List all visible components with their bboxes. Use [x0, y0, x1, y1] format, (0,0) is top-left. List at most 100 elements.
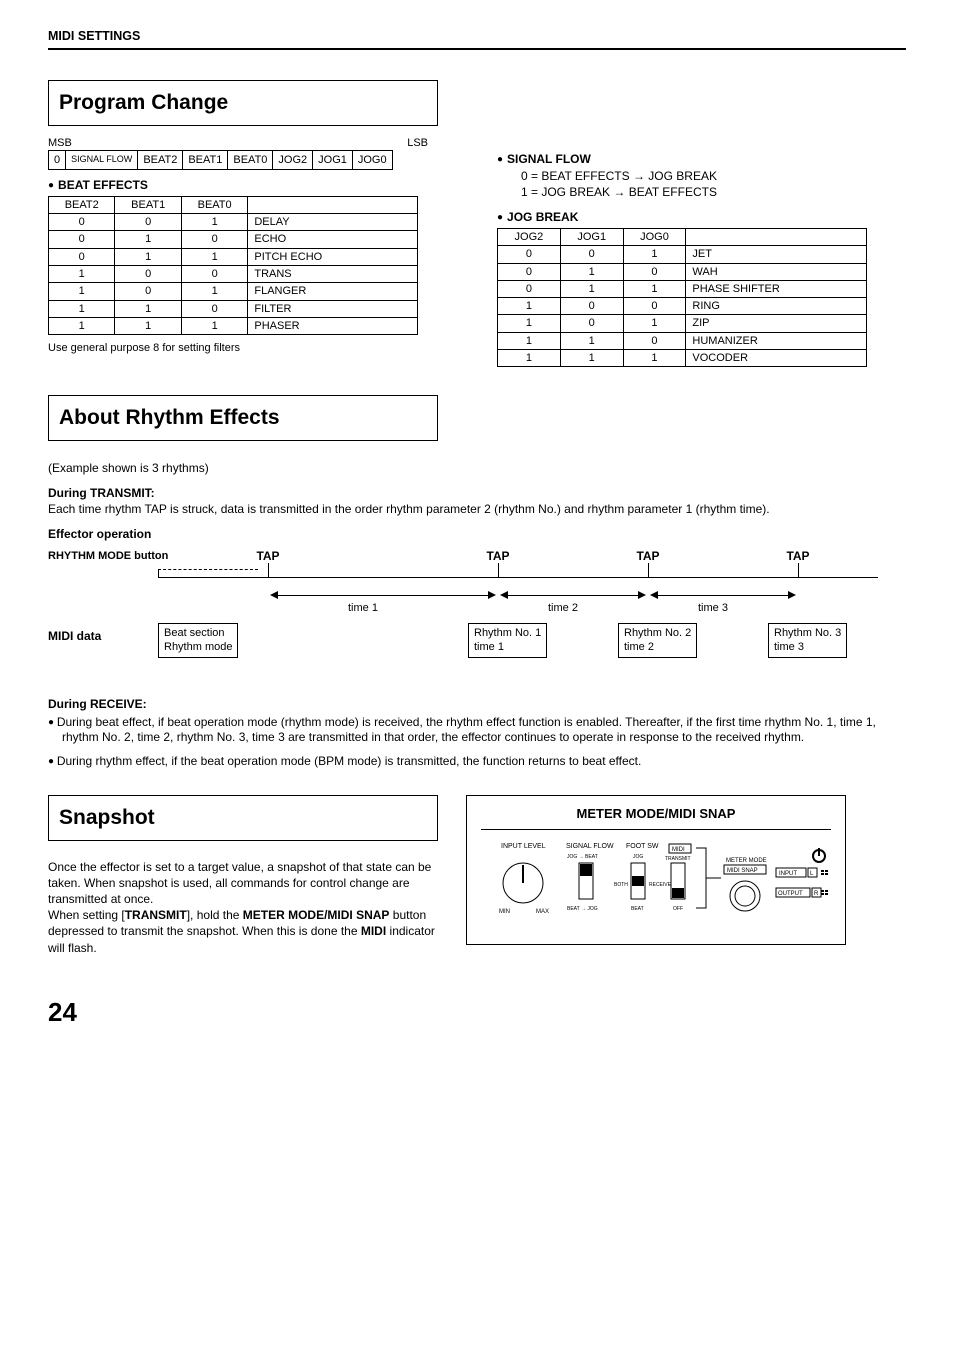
- bit-leading: 0: [49, 150, 66, 169]
- arrow-icon: →: [613, 185, 628, 199]
- table-cell: 1: [181, 317, 247, 334]
- table-header: JOG2: [498, 228, 561, 245]
- midi-box-2: Rhythm No. 2 time 2: [618, 623, 697, 658]
- table-cell: 0: [115, 283, 181, 300]
- table-row: 110HUMANIZER: [498, 332, 867, 349]
- table-cell: 0: [181, 231, 247, 248]
- signal-flow-heading: SIGNAL FLOW: [497, 152, 906, 168]
- table-cell: 1: [560, 350, 623, 367]
- table-cell: 1: [115, 248, 181, 265]
- table-cell: 0: [560, 246, 623, 263]
- table-cell: 1: [49, 317, 115, 334]
- table-row: 100RING: [498, 298, 867, 315]
- midi-box-1-line2: time 1: [474, 641, 504, 653]
- baseline: [158, 577, 878, 578]
- bit-beat1: BEAT1: [183, 150, 228, 169]
- tick-start: [158, 569, 159, 577]
- table-cell: 1: [115, 300, 181, 317]
- table-cell: 0: [49, 214, 115, 231]
- panel-output: OUTPUT: [778, 891, 803, 897]
- panel-midi-snap: MIDI SNAP: [727, 868, 758, 874]
- beat-effects-heading: BEAT EFFECTS: [48, 178, 457, 194]
- panel-R: R: [814, 891, 819, 897]
- table-cell: 0: [49, 231, 115, 248]
- tick-tap2: [498, 563, 499, 577]
- table-cell: 1: [49, 265, 115, 282]
- jog-break-table: JOG2JOG1JOG0001JET010WAH011PHASE SHIFTER…: [497, 228, 867, 367]
- table-cell: 1: [181, 283, 247, 300]
- table-cell: DELAY: [248, 214, 418, 231]
- table-cell: 0: [623, 332, 686, 349]
- table-cell: 0: [498, 263, 561, 280]
- table-cell: PHASER: [248, 317, 418, 334]
- table-cell: 0: [115, 214, 181, 231]
- table-row: 101FLANGER: [49, 283, 418, 300]
- table-cell: 0: [181, 300, 247, 317]
- table-cell: 1: [498, 298, 561, 315]
- table-row: 001JET: [498, 246, 867, 263]
- table-row: 110FILTER: [49, 300, 418, 317]
- arrow-left-icon: [270, 591, 278, 599]
- table-cell: 0: [560, 298, 623, 315]
- rhythm-example-note: (Example shown is 3 rhythms): [48, 461, 906, 477]
- signal-flow-0: 0 = BEAT EFFECTS → JOG BREAK: [521, 169, 906, 185]
- table-cell: 1: [498, 350, 561, 367]
- panel-beat: BEAT: [631, 906, 644, 912]
- arrow-left-icon: [500, 591, 508, 599]
- beat-effects-table: BEAT2BEAT1BEAT0001DELAY010ECHO011PITCH E…: [48, 196, 418, 335]
- table-header: [248, 196, 418, 213]
- snapshot-body-6: MIDI: [361, 924, 386, 938]
- table-header: BEAT2: [49, 196, 115, 213]
- midi-box-0: Beat section Rhythm mode: [158, 623, 238, 658]
- panel-receive: RECEIVE: [649, 882, 672, 888]
- time2-line: [508, 595, 638, 596]
- panel-off: OFF: [673, 906, 683, 912]
- tick-tap1: [268, 563, 269, 577]
- table-cell: JET: [686, 246, 867, 263]
- rhythm-mode-button-label: RHYTHM MODE button: [48, 549, 168, 563]
- panel-min: MIN: [499, 909, 510, 915]
- table-header: BEAT0: [181, 196, 247, 213]
- section-title-rhythm: About Rhythm Effects: [48, 395, 438, 440]
- table-cell: 0: [115, 265, 181, 282]
- panel-input-level: INPUT LEVEL: [501, 843, 546, 850]
- midi-box-0-line2: Rhythm mode: [164, 641, 232, 653]
- table-cell: PITCH ECHO: [248, 248, 418, 265]
- snapshot-body-0: Once the effector is set to a target val…: [48, 860, 431, 906]
- lsb-label: LSB: [407, 136, 428, 150]
- effector-heading: Effector operation: [48, 527, 906, 543]
- table-row: 111VOCODER: [498, 350, 867, 367]
- table-row: 010ECHO: [49, 231, 418, 248]
- rhythm-transmit-heading: During TRANSMIT:: [48, 486, 155, 500]
- table-cell: 1: [115, 317, 181, 334]
- panel-foot-sw: FOOT SW: [626, 843, 659, 850]
- time3-label: time 3: [698, 601, 728, 615]
- table-cell: 0: [181, 265, 247, 282]
- arrow-left-icon: [650, 591, 658, 599]
- table-row: 100TRANS: [49, 265, 418, 282]
- table-cell: 1: [623, 246, 686, 263]
- panel-input: INPUT: [779, 871, 797, 877]
- table-cell: 1: [623, 280, 686, 297]
- table-cell: 1: [181, 214, 247, 231]
- signal-flow-0a: 0 = BEAT EFFECTS: [521, 169, 630, 183]
- running-head: MIDI SETTINGS: [48, 28, 906, 50]
- midi-box-1: Rhythm No. 1 time 1: [468, 623, 547, 658]
- panel-title: METER MODE/MIDI SNAP: [481, 806, 831, 823]
- table-cell: 1: [115, 231, 181, 248]
- receive-list: During beat effect, if beat operation mo…: [48, 715, 906, 770]
- arrow-right-icon: [488, 591, 496, 599]
- receive-bullet-2: During rhythm effect, if the beat operat…: [48, 754, 906, 770]
- table-header: BEAT1: [115, 196, 181, 213]
- program-change-left: MSB LSB 0 SIGNAL FLOW BEAT2 BEAT1 BEAT0 …: [48, 134, 457, 356]
- midi-box-1-line1: Rhythm No. 1: [474, 627, 541, 639]
- panel-signal-flow: SIGNAL FLOW: [566, 843, 614, 850]
- receive-heading: During RECEIVE:: [48, 697, 906, 713]
- bit-jog1: JOG1: [313, 150, 353, 169]
- snapshot-body-3: ], hold the: [187, 908, 243, 922]
- time2-label: time 2: [548, 601, 578, 615]
- table-cell: 1: [49, 300, 115, 317]
- dash-start: [158, 569, 258, 570]
- section-title-program-change: Program Change: [48, 80, 438, 125]
- table-cell: FLANGER: [248, 283, 418, 300]
